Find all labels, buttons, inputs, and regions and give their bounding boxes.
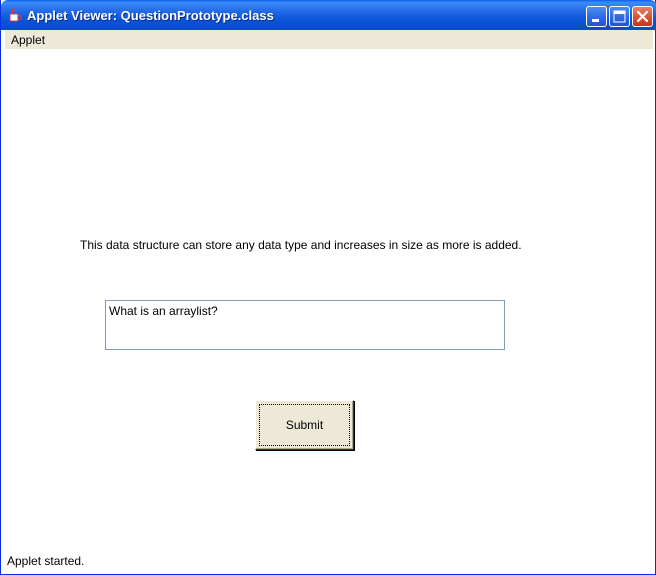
window-title: Applet Viewer: QuestionPrototype.class: [27, 8, 274, 23]
status-bar-text: Applet started.: [7, 554, 85, 568]
maximize-button[interactable]: [609, 6, 630, 27]
question-text: This data structure can store any data t…: [80, 238, 522, 252]
title-bar[interactable]: Applet Viewer: QuestionPrototype.class: [1, 0, 656, 30]
maximize-icon: [613, 10, 626, 23]
java-coffee-icon[interactable]: [7, 7, 23, 23]
menu-applet[interactable]: Applet: [11, 33, 45, 47]
applet-content-area: This data structure can store any data t…: [5, 49, 653, 571]
submit-button-label: Submit: [285, 418, 324, 432]
minimize-icon: [592, 19, 599, 22]
close-icon: [636, 10, 649, 23]
answer-text-area[interactable]: What is an arraylist?: [105, 300, 505, 350]
applet-viewer-window: Applet Viewer: QuestionPrototype.class A…: [0, 0, 656, 575]
minimize-button[interactable]: [586, 6, 607, 27]
menu-bar: Applet: [5, 30, 653, 49]
close-button[interactable]: [632, 6, 653, 27]
submit-button[interactable]: Submit: [255, 400, 354, 450]
